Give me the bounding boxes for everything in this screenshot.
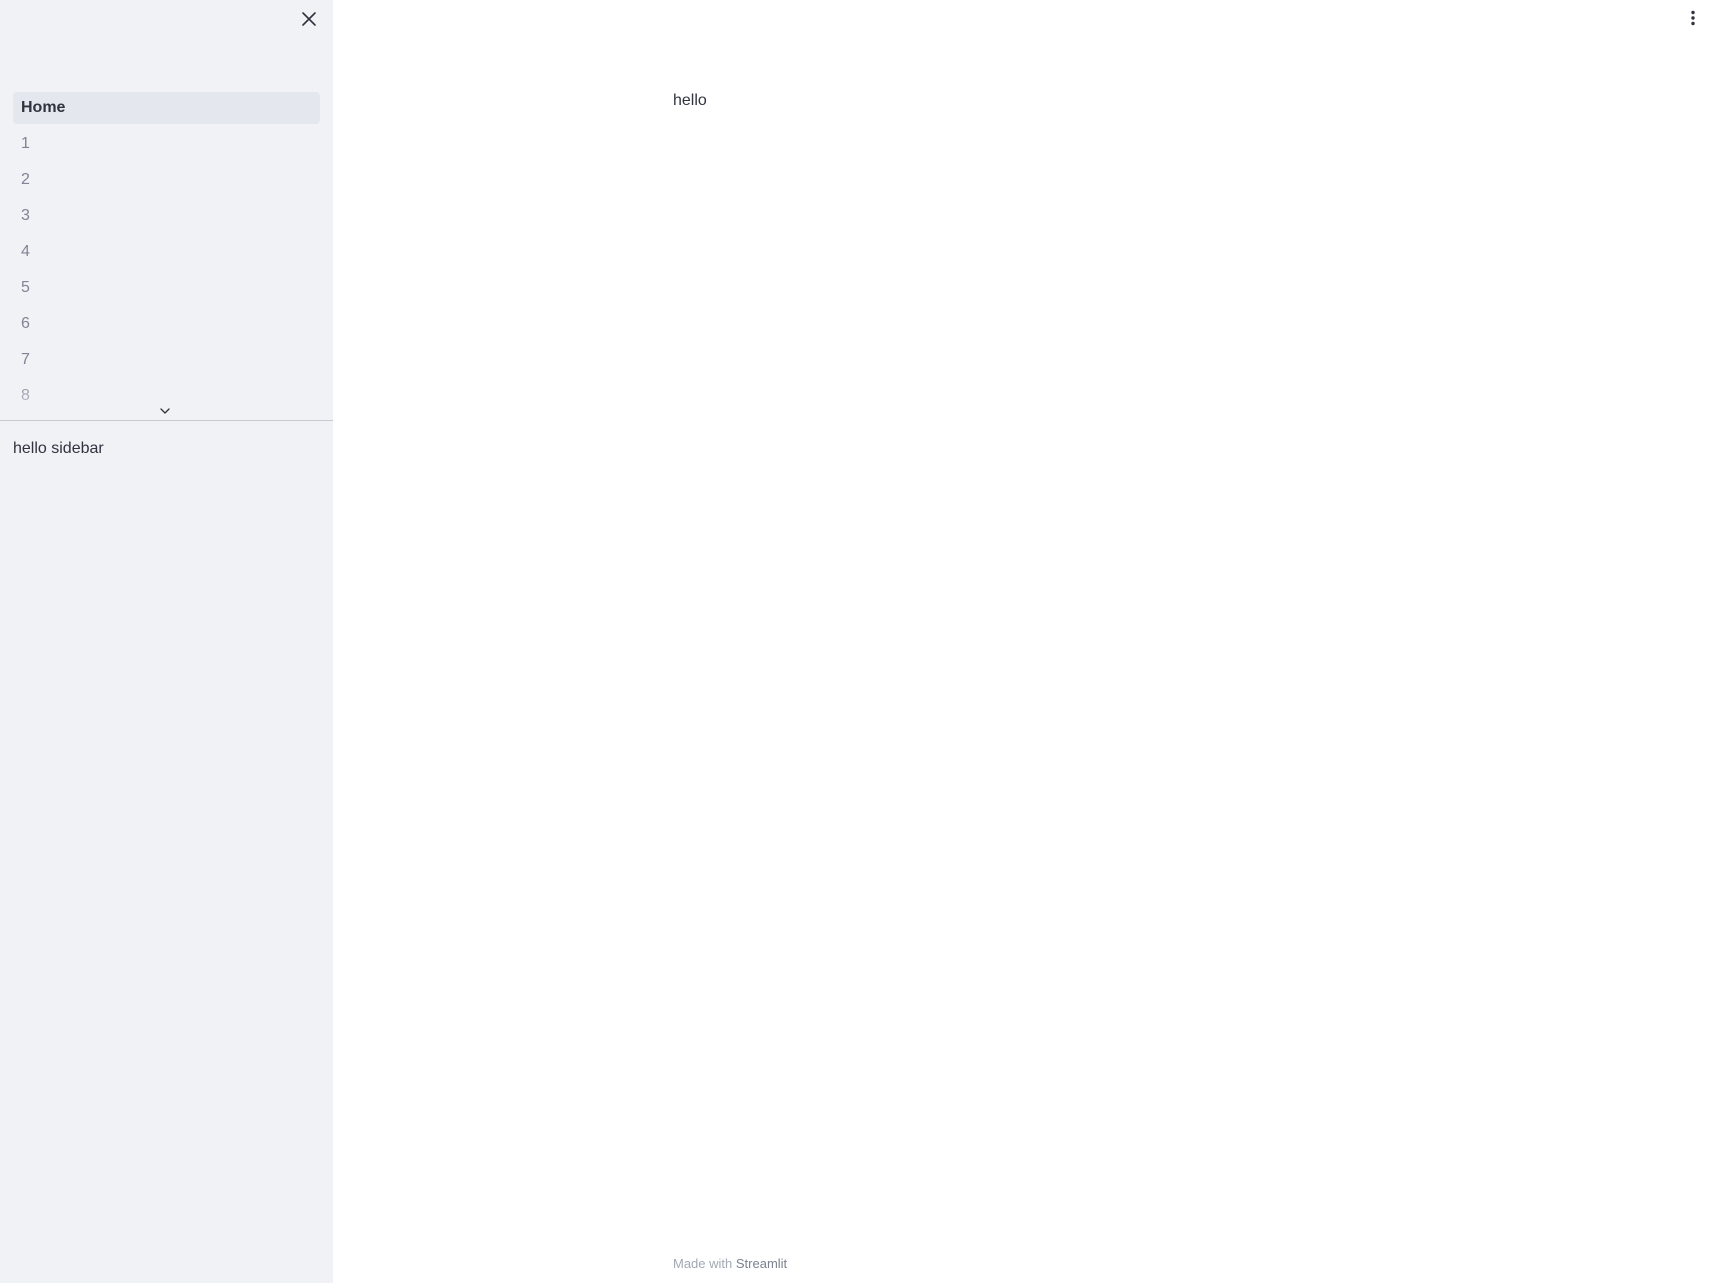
nav-divider	[0, 420, 333, 421]
vertical-ellipsis-icon	[1691, 10, 1695, 26]
close-sidebar-button[interactable]	[296, 6, 322, 32]
footer: Made with Streamlit	[673, 1256, 787, 1271]
close-icon	[302, 12, 316, 26]
sidebar-text: hello sidebar	[13, 440, 104, 457]
sidebar: Home 1 2 3 4 5 6 7 8 hello sidebar	[0, 0, 333, 1283]
sidebar-nav-item-6[interactable]: 6	[13, 308, 320, 340]
expand-nav-button[interactable]	[155, 404, 175, 418]
sidebar-nav-item-3[interactable]: 3	[13, 200, 320, 232]
streamlit-link[interactable]: Streamlit	[736, 1256, 787, 1271]
sidebar-nav-item-2[interactable]: 2	[13, 164, 320, 196]
app: Home 1 2 3 4 5 6 7 8 hello sidebar hello Made wi…	[0, 0, 1711, 1283]
main-text: hello	[673, 92, 707, 109]
chevron-down-icon	[160, 408, 170, 414]
sidebar-nav: Home 1 2 3 4 5 6 7 8	[0, 92, 333, 420]
sidebar-nav-item-home[interactable]: Home	[13, 92, 320, 124]
main-menu-button[interactable]	[1683, 6, 1703, 30]
sidebar-nav-item-7[interactable]: 7	[13, 344, 320, 376]
footer-prefix: Made with	[673, 1256, 733, 1271]
nav-list: Home 1 2 3 4 5 6 7 8	[0, 92, 333, 412]
sidebar-nav-item-4[interactable]: 4	[13, 236, 320, 268]
sidebar-nav-item-1[interactable]: 1	[13, 128, 320, 160]
sidebar-nav-item-5[interactable]: 5	[13, 272, 320, 304]
main-content: hello Made with Streamlit	[333, 0, 1711, 1283]
